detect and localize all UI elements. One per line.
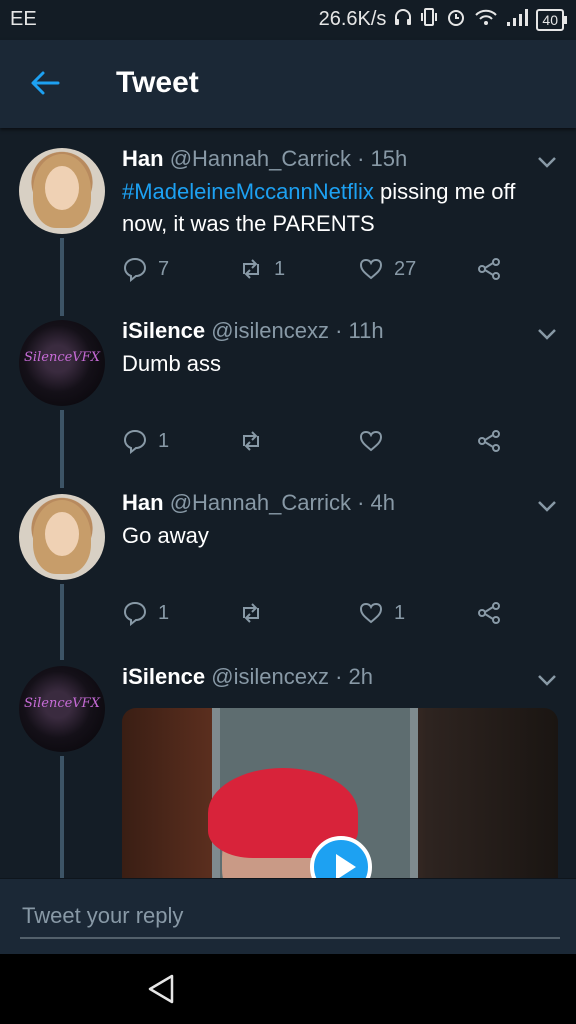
wifi-icon <box>474 7 498 32</box>
tweet-item[interactable]: SilenceVFX iSilence @isilencexz · 11h Du… <box>0 302 576 488</box>
avatar-logo: SilenceVFX <box>24 696 100 711</box>
reply-count: 7 <box>158 257 170 280</box>
tweet-header: iSilence @isilencexz · 11h <box>122 318 384 344</box>
reply-action[interactable]: 1 <box>122 598 169 628</box>
avatar[interactable] <box>19 494 105 580</box>
avatar-face <box>45 512 79 556</box>
app-bar: Tweet <box>0 40 576 128</box>
tweet-author-name[interactable]: iSilence <box>122 664 205 689</box>
tweet-video[interactable] <box>122 708 558 878</box>
tweet-author-handle: @Hannah_Carrick <box>169 490 351 515</box>
tweet-item[interactable]: Han @Hannah_Carrick · 4h Go away 1 1 <box>0 474 576 660</box>
vibrate-icon <box>420 7 438 32</box>
chevron-down-icon[interactable] <box>536 327 558 341</box>
avatar[interactable] <box>19 148 105 234</box>
system-nav-bar <box>0 954 576 1024</box>
reply-input[interactable] <box>20 895 560 939</box>
retweet-icon <box>243 259 259 279</box>
page-title: Tweet <box>116 66 199 99</box>
tweet-time: · 2h <box>335 664 374 689</box>
share-action[interactable] <box>476 426 502 456</box>
reply-action[interactable]: 7 <box>122 254 169 284</box>
net-speed: 26.6K/s <box>318 8 387 30</box>
tweet-author-handle: @isilencexz <box>211 318 329 343</box>
alarm-icon <box>446 7 466 32</box>
tweet-header: iSilence @isilencexz · 2h <box>122 664 373 690</box>
retweet-icon <box>243 431 259 451</box>
tweet-text: #MadeleineMccannNetflix pissing me off n… <box>122 176 542 240</box>
reply-bar <box>0 878 576 955</box>
heart-icon <box>359 602 383 624</box>
status-right: 26.6K/s 40 <box>318 7 567 32</box>
tweet-time: · 4h <box>357 490 396 515</box>
headset-icon <box>394 8 412 31</box>
tweet-actions: 1 <box>122 426 522 456</box>
share-action[interactable] <box>476 598 502 628</box>
tweet-author-name[interactable]: Han <box>122 146 164 171</box>
tweet-item[interactable]: Han @Hannah_Carrick · 15h #MadeleineMcca… <box>0 130 576 316</box>
tweet-item[interactable]: SilenceVFX iSilence @isilencexz · 2h <box>0 646 576 878</box>
tweet-time: · 15h <box>357 146 408 171</box>
like-count: 1 <box>394 601 406 624</box>
tweet-thread[interactable]: Han @Hannah_Carrick · 15h #MadeleineMcca… <box>0 130 576 878</box>
share-action[interactable] <box>476 254 502 284</box>
avatar[interactable]: SilenceVFX <box>19 320 105 406</box>
tweet-author-handle: @isilencexz <box>211 664 329 689</box>
retweet-action[interactable] <box>238 598 264 628</box>
heart-icon <box>359 430 383 452</box>
avatar-logo: SilenceVFX <box>24 350 100 365</box>
battery-icon: 40 <box>536 8 567 31</box>
like-action[interactable]: 27 <box>358 254 416 284</box>
like-action[interactable] <box>358 426 384 456</box>
thread-connector <box>60 756 64 878</box>
hashtag-link[interactable]: #MadeleineMccannNetflix <box>122 179 374 204</box>
arrow-left-icon[interactable] <box>28 66 62 100</box>
chevron-down-icon[interactable] <box>536 499 558 513</box>
chevron-down-icon[interactable] <box>536 673 558 687</box>
share-icon <box>478 602 500 624</box>
like-action[interactable]: 1 <box>358 598 405 628</box>
retweet-icon <box>243 603 259 623</box>
tweet-actions: 7 1 27 <box>122 254 522 284</box>
chevron-down-icon[interactable] <box>536 155 558 169</box>
status-bar: EE 26.6K/s 40 <box>0 0 576 40</box>
reply-icon <box>123 257 147 282</box>
retweet-count: 1 <box>274 257 286 280</box>
tweet-text: Dumb ass <box>122 351 222 376</box>
like-count: 27 <box>394 257 417 280</box>
carrier-label: EE <box>10 8 37 30</box>
tweet-text: Go away <box>122 523 209 548</box>
heart-icon <box>359 258 383 280</box>
reply-count: 1 <box>158 601 170 624</box>
tweet-header: Han @Hannah_Carrick · 15h <box>122 146 407 172</box>
tweet-actions: 1 1 <box>122 598 522 628</box>
tweet-header: Han @Hannah_Carrick · 4h <box>122 490 395 516</box>
reply-action[interactable]: 1 <box>122 426 169 456</box>
reply-icon <box>123 601 147 626</box>
reply-count: 1 <box>158 429 170 452</box>
tweet-time: · 11h <box>335 318 384 343</box>
share-icon <box>478 258 500 280</box>
tweet-author-name[interactable]: Han <box>122 490 164 515</box>
avatar-face <box>45 166 79 210</box>
retweet-action[interactable] <box>238 426 264 456</box>
retweet-action[interactable]: 1 <box>238 254 285 284</box>
reply-icon <box>123 429 147 454</box>
signal-icon <box>506 7 529 32</box>
tweet-author-handle: @Hannah_Carrick <box>169 146 351 171</box>
share-icon <box>478 430 500 452</box>
nav-back-icon[interactable] <box>144 972 178 1006</box>
tweet-author-name[interactable]: iSilence <box>122 318 205 343</box>
avatar[interactable]: SilenceVFX <box>19 666 105 752</box>
